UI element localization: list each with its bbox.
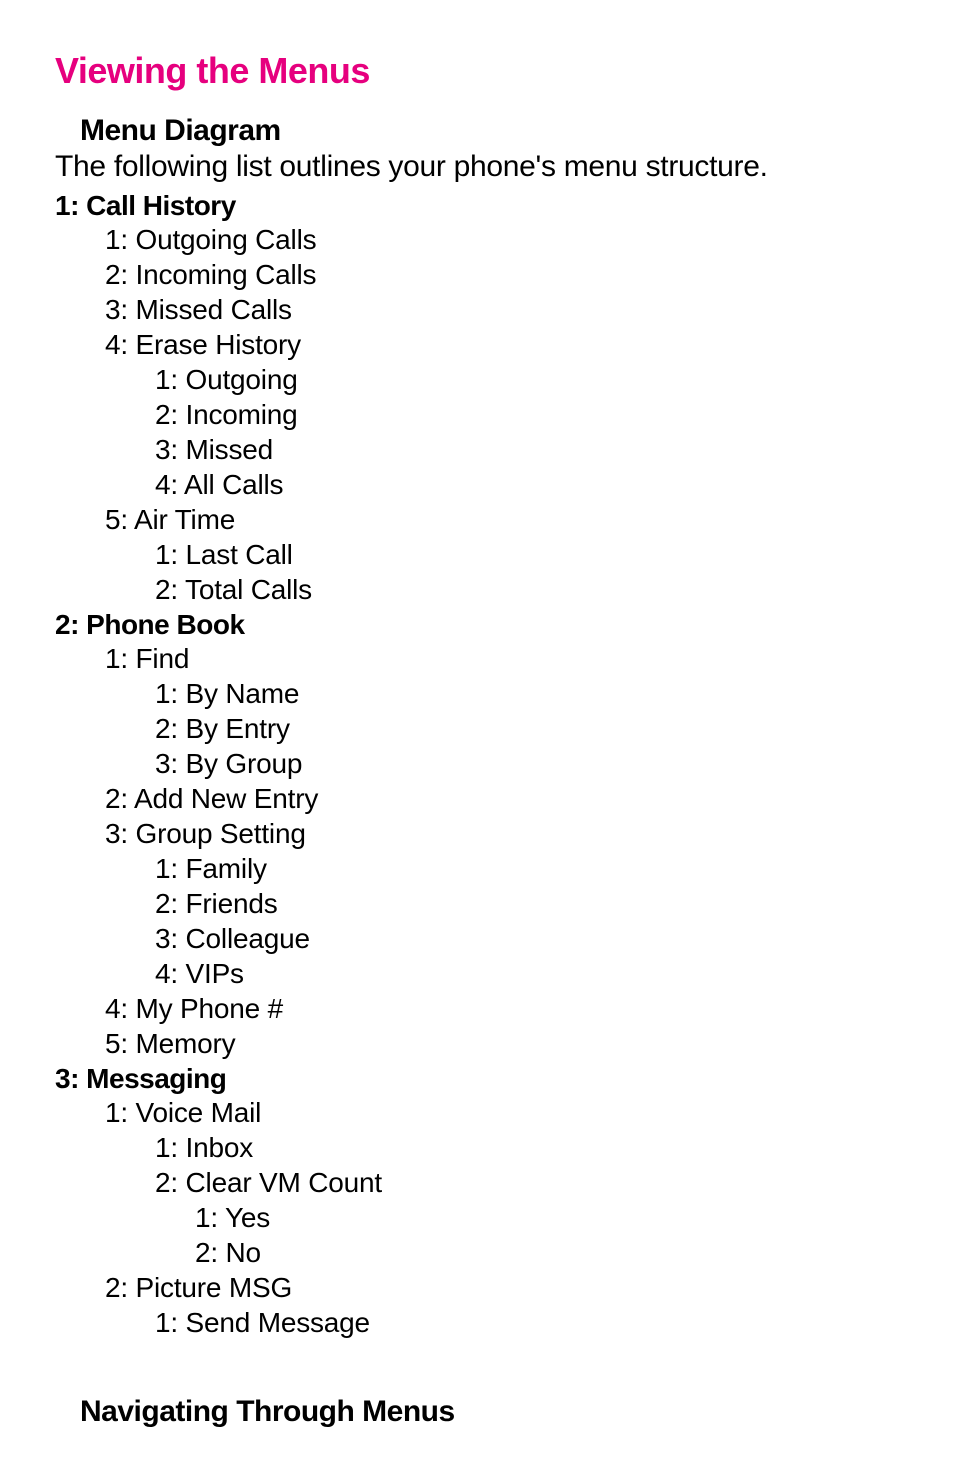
menu-item: 4: My Phone #	[105, 991, 899, 1026]
menu-subitem: 4: VIPs	[155, 956, 899, 991]
menu-subsubitem: 2: No	[195, 1235, 899, 1270]
menu-subitem: 1: Send Message	[155, 1305, 899, 1340]
menu-item: 2: Add New Entry	[105, 781, 899, 816]
menu-item: 1: Find	[105, 641, 899, 676]
menu-subitem: 2: Friends	[155, 886, 899, 921]
menu-subitem: 2: Total Calls	[155, 572, 899, 607]
menu-subitem: 1: Last Call	[155, 537, 899, 572]
menu-subitem: 1: Family	[155, 851, 899, 886]
navigating-heading: Navigating Through Menus	[80, 1395, 899, 1429]
menu-subitem: 1: Inbox	[155, 1130, 899, 1165]
menu-subsubitem: 1: Yes	[195, 1200, 899, 1235]
menu-subitem: 3: Colleague	[155, 921, 899, 956]
menu-item: 2: Incoming Calls	[105, 257, 899, 292]
menu-category-phone-book: 2: Phone Book	[55, 609, 899, 641]
menu-category-messaging: 3: Messaging	[55, 1063, 899, 1095]
menu-item: 2: Picture MSG	[105, 1270, 899, 1305]
menu-subitem: 2: By Entry	[155, 711, 899, 746]
menu-subitem: 2: Clear VM Count	[155, 1165, 899, 1200]
menu-subitem: 2: Incoming	[155, 397, 899, 432]
menu-item: 1: Voice Mail	[105, 1095, 899, 1130]
menu-diagram-heading: Menu Diagram	[80, 114, 899, 148]
menu-subitem: 1: Outgoing	[155, 362, 899, 397]
menu-item: 4: Erase History	[105, 327, 899, 362]
menu-subitem: 4: All Calls	[155, 467, 899, 502]
menu-subitem: 1: By Name	[155, 676, 899, 711]
section-title: Viewing the Menus	[55, 50, 899, 92]
menu-item: 1: Outgoing Calls	[105, 222, 899, 257]
menu-item: 3: Group Setting	[105, 816, 899, 851]
intro-text: The following list outlines your phone's…	[55, 150, 899, 184]
menu-subitem: 3: Missed	[155, 432, 899, 467]
menu-item: 5: Air Time	[105, 502, 899, 537]
menu-item: 3: Missed Calls	[105, 292, 899, 327]
menu-category-call-history: 1: Call History	[55, 190, 899, 222]
menu-subitem: 3: By Group	[155, 746, 899, 781]
menu-item: 5: Memory	[105, 1026, 899, 1061]
